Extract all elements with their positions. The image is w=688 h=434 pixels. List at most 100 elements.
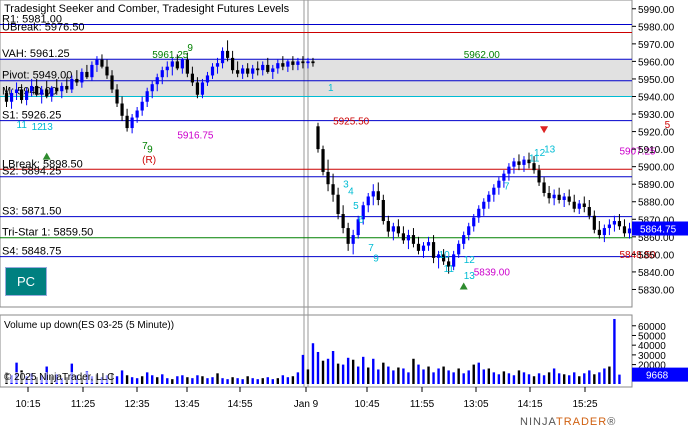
candle-body (462, 235, 466, 244)
volume-bar (447, 370, 450, 384)
volume-bar (427, 366, 430, 384)
count-label: 11 (444, 264, 455, 275)
candle-body (552, 194, 556, 199)
ninjatrader-logo: NINJATRADER® (520, 416, 616, 428)
volume-bar (472, 364, 475, 384)
volume-bar (527, 374, 531, 384)
candle-body (612, 221, 617, 225)
brand-prefix: NINJA (520, 416, 556, 428)
candle-body (622, 226, 627, 234)
y-tick-label: 5940.00 (638, 92, 675, 103)
candle-body (135, 110, 139, 118)
y-tick-label: 5880.00 (638, 198, 675, 209)
candle-body (346, 228, 350, 244)
candle-body (35, 85, 39, 95)
volume-bar (246, 376, 249, 384)
candle-body (311, 61, 315, 64)
candle-body (55, 87, 59, 92)
volume-bar (236, 378, 239, 384)
volume-bar (442, 366, 445, 384)
candle-body (321, 149, 325, 172)
candle-body (30, 85, 34, 92)
volume-bar (492, 372, 496, 384)
volume-bar (477, 362, 480, 384)
brand-suffix: TRADER (555, 416, 608, 428)
volume-bar (407, 372, 410, 384)
price-annotation: 5839.00 (474, 267, 511, 278)
candle-body (567, 196, 571, 202)
candle-body (602, 228, 606, 236)
candle-body (256, 68, 260, 71)
candle-body (85, 71, 89, 78)
level-label: S2: 5894.25 (2, 166, 61, 178)
candle-body (45, 89, 49, 97)
candle-body (251, 68, 255, 74)
volume-bar (311, 343, 315, 384)
volume-bar (452, 372, 455, 384)
tradesight-chart[interactable]: R1: 5981.00UBreak: 5976.50VAH: 5961.25Pi… (0, 0, 688, 434)
candle-body (145, 91, 149, 102)
y-tick-label: 5840.00 (638, 268, 675, 279)
volume-bar (266, 377, 269, 384)
volume-panel-title: Volume up down(ES 03-25 (5 Minute)) (4, 320, 175, 331)
candle-body (607, 224, 611, 229)
candle-body (271, 68, 275, 72)
candle-body (225, 50, 230, 58)
y-tick-label: 5960.00 (638, 57, 675, 68)
candle-body (125, 115, 129, 129)
candle-body (331, 184, 335, 195)
volume-bar (552, 368, 556, 384)
y-tick-label: 5910.00 (638, 145, 675, 156)
volume-bar (306, 369, 310, 384)
x-tick-label: 14:55 (227, 399, 252, 410)
volume-bar (537, 373, 541, 384)
volume-bar (341, 364, 345, 384)
pc-button[interactable]: PC (5, 267, 47, 296)
volume-bar (211, 377, 214, 384)
volume-bar (206, 378, 209, 384)
candle-body (512, 161, 516, 167)
chart-title: Tradesight Seeker and Comber, Tradesight… (4, 3, 290, 15)
volume-bar (316, 351, 320, 384)
level-label: VAH: 5961.25 (2, 48, 70, 60)
y-tick-label: 5930.00 (638, 110, 675, 121)
y-tick-label: 5890.00 (638, 180, 675, 191)
last-volume-label: 9668 (646, 371, 669, 382)
x-tick-label: Jan 9 (294, 399, 319, 410)
volume-bar (241, 379, 244, 384)
price-annotation: 5962.00 (464, 50, 501, 61)
volume-bar (522, 372, 526, 384)
candle-body (50, 87, 54, 97)
volume-bar (603, 368, 606, 384)
volume-bar (462, 373, 465, 384)
count-label: 13 (464, 271, 476, 282)
volume-y-tick-label: 40000 (638, 341, 666, 352)
candle-body (160, 70, 164, 78)
count-label: 6 (358, 215, 364, 226)
candle-body (215, 63, 220, 67)
candle-body (577, 203, 581, 209)
candle-body (175, 61, 179, 69)
volume-bar (196, 375, 199, 384)
candle-body (477, 208, 481, 218)
volume-bar (593, 374, 596, 384)
volume-bar (497, 374, 501, 384)
volume-bar (422, 369, 425, 384)
volume-bar (457, 368, 460, 384)
candle-body (517, 161, 521, 165)
pivot-band (0, 59, 632, 97)
candle-body (416, 243, 421, 251)
candle-body (241, 68, 245, 74)
level-label: S4: 5848.75 (2, 246, 61, 258)
volume-bar (336, 363, 340, 384)
volume-bar (221, 378, 224, 384)
candle-body (80, 71, 84, 83)
count-label: 4 (348, 187, 354, 198)
volume-bar (156, 377, 159, 384)
volume-bar (532, 376, 536, 384)
candle-body (457, 243, 461, 255)
candle-body (14, 89, 19, 93)
candle-body (291, 61, 295, 65)
count-label: 9 (147, 145, 153, 156)
count-label: 9 (187, 43, 193, 54)
